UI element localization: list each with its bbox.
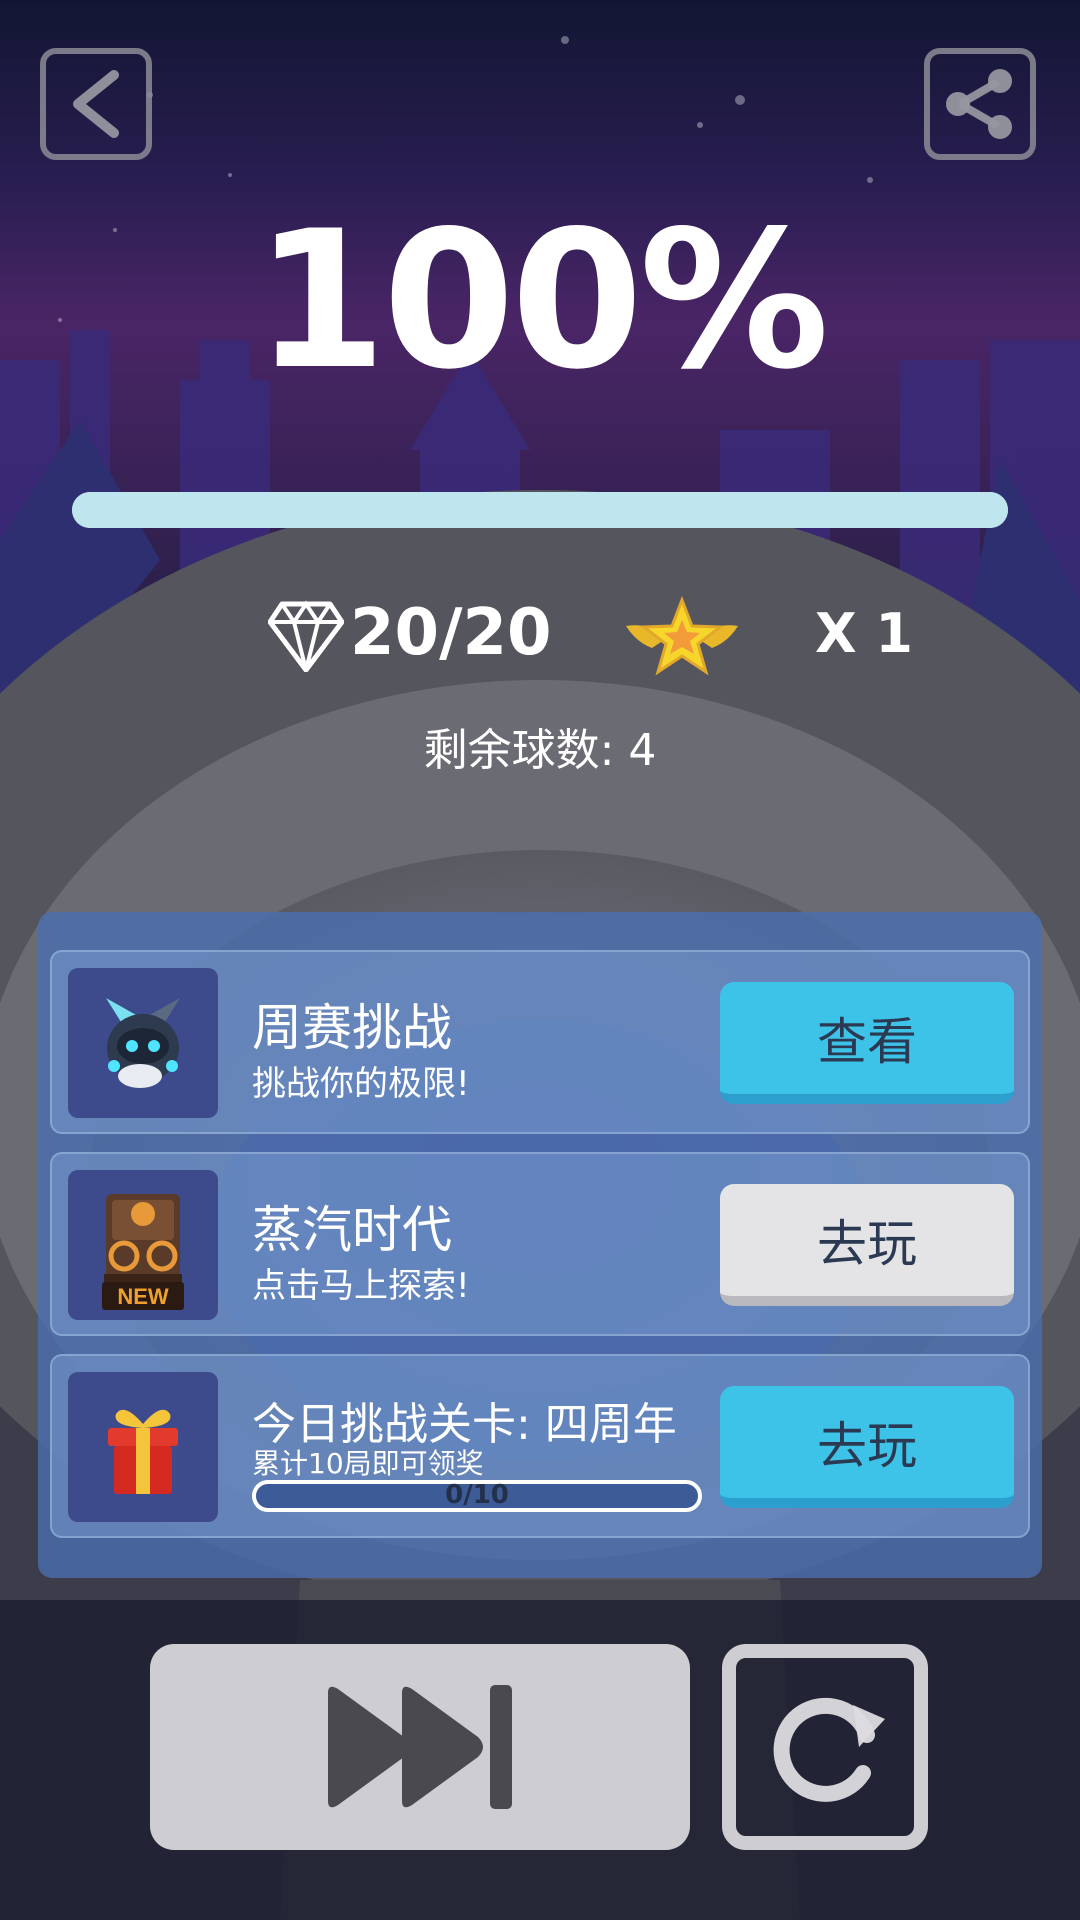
play-daily-button[interactable]: 去玩 xyxy=(720,1386,1014,1508)
restart-button[interactable] xyxy=(722,1644,928,1850)
diamond-icon xyxy=(268,600,344,672)
fast-forward-icon xyxy=(328,1685,512,1809)
robot-icon xyxy=(106,998,180,1088)
skip-button[interactable] xyxy=(150,1644,690,1850)
daily-progress-bar: 0/10 xyxy=(252,1480,702,1512)
restart-icon xyxy=(773,1697,885,1802)
gift-box-icon xyxy=(108,1409,178,1494)
star-multiplier: X 1 xyxy=(815,602,914,665)
challenge-thumbnail xyxy=(68,1372,218,1522)
view-weekly-button[interactable]: 查看 xyxy=(720,982,1014,1104)
share-button[interactable] xyxy=(924,48,1036,160)
challenge-row-daily: 今日挑战关卡: 四周年 累计10局即可领奖 0/10 去玩 xyxy=(50,1354,1030,1538)
winged-star-icon xyxy=(626,596,738,676)
challenge-subtitle: 挑战你的极限! xyxy=(252,1064,470,1104)
share-icon xyxy=(946,69,1012,139)
back-arrow-icon xyxy=(73,70,119,138)
steam-machine-new-icon: NEW xyxy=(102,1194,184,1310)
daily-progress-label: 0/10 xyxy=(445,1480,509,1510)
challenge-row-steam: NEW 蒸汽时代 点击马上探索! 去玩 xyxy=(50,1152,1030,1336)
level-progress-fill xyxy=(72,492,1008,528)
challenge-panel: 周赛挑战 挑战你的极限! 查看 NEW 蒸汽时代 点击马上探索! 去玩 今日挑战… xyxy=(38,912,1042,1578)
remaining-balls: 剩余球数: 4 xyxy=(423,725,657,776)
level-progress-bar xyxy=(72,492,1008,528)
challenge-thumbnail xyxy=(68,968,218,1118)
back-button[interactable] xyxy=(40,48,152,160)
challenge-title: 周赛挑战 xyxy=(252,999,452,1057)
challenge-subtitle: 累计10局即可领奖 xyxy=(252,1447,484,1480)
challenge-title: 蒸汽时代 xyxy=(252,1201,452,1259)
svg-text:NEW: NEW xyxy=(117,1284,169,1309)
challenge-thumbnail: NEW xyxy=(68,1170,218,1320)
play-steam-button[interactable]: 去玩 xyxy=(720,1184,1014,1306)
challenge-row-weekly: 周赛挑战 挑战你的极限! 查看 xyxy=(50,950,1030,1134)
completion-percent: 100% xyxy=(254,190,830,411)
stats-row: 20/20 X 1 xyxy=(0,596,1080,680)
challenge-subtitle: 点击马上探索! xyxy=(252,1266,470,1306)
gem-count: 20/20 xyxy=(350,596,552,670)
